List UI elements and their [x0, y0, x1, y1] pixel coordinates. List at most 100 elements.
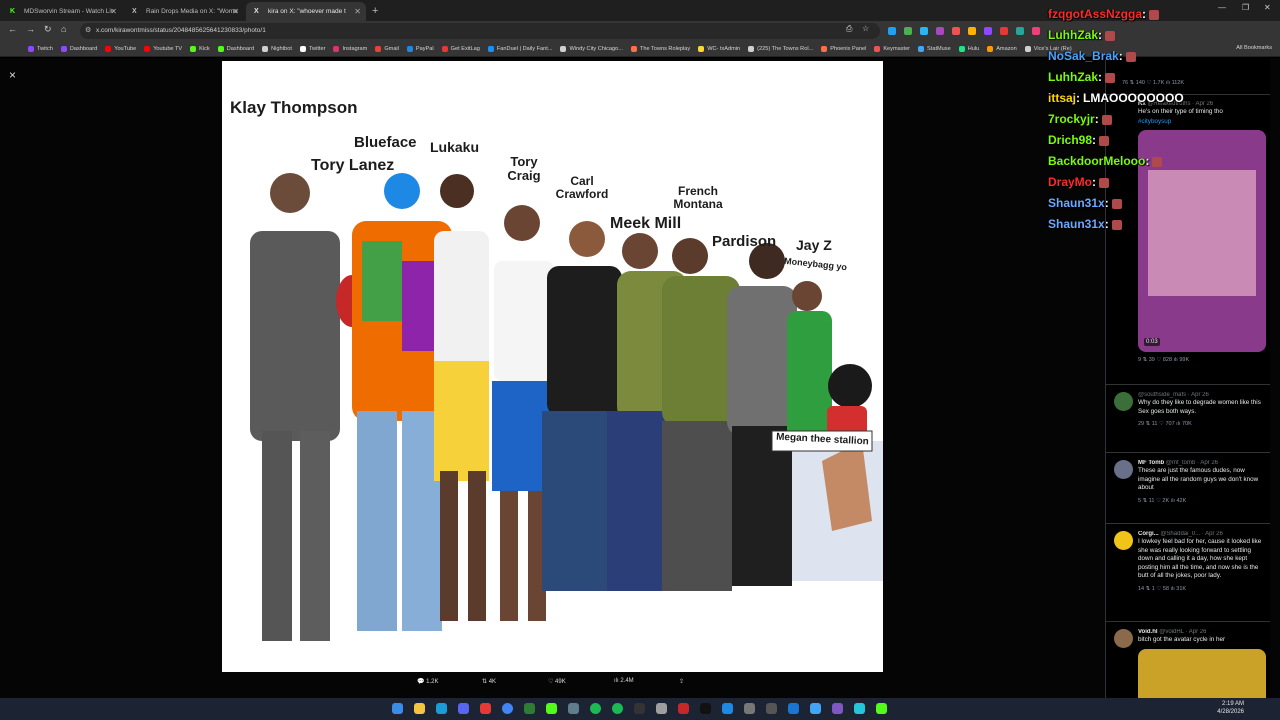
bookmark-item[interactable]: Keymaster — [874, 45, 910, 52]
reply-image[interactable] — [1138, 648, 1266, 698]
chat-username[interactable]: 7rockyjr — [1048, 109, 1095, 130]
back-icon[interactable]: ← — [8, 24, 17, 34]
chat-username[interactable]: DrayMo — [1048, 172, 1092, 193]
extension-icon[interactable] — [952, 27, 960, 35]
install-icon[interactable]: ⎙ — [846, 24, 852, 34]
app-icon[interactable] — [854, 703, 865, 714]
bookmark-star-icon[interactable]: ☆ — [862, 24, 869, 33]
bookmark-item[interactable]: PayPal — [406, 45, 434, 52]
bookmark-item[interactable]: Amazon — [987, 45, 1017, 52]
bookmark-item[interactable]: Gmail — [375, 45, 399, 52]
reply-handle[interactable]: @Shaddai_0... · Apr 26 — [1160, 531, 1222, 537]
reply-item[interactable]: @southside_mafs · Apr 26 Why do they lik… — [1114, 392, 1266, 427]
app-icon[interactable] — [656, 703, 667, 714]
reply-handle[interactable]: @mf_tomb · Apr 26 — [1166, 460, 1218, 466]
chat-username[interactable]: Drich98 — [1048, 130, 1092, 151]
avatar[interactable] — [1114, 460, 1133, 479]
system-clock[interactable]: 2:19 AM 4/28/2026 — [1217, 700, 1244, 716]
bookmark-item[interactable]: Hulu — [958, 45, 979, 52]
tab-close-icon[interactable]: ✕ — [232, 2, 239, 21]
extension-icon[interactable] — [968, 27, 976, 35]
reply-name[interactable]: MF Tomb — [1138, 460, 1164, 466]
app-icon[interactable] — [832, 703, 843, 714]
start-icon[interactable] — [392, 703, 403, 714]
close-window-icon[interactable]: ✕ — [1264, 3, 1271, 12]
reply-handle[interactable]: @southside_mafs · Apr 26 — [1138, 392, 1209, 398]
share-icon[interactable]: ⇪ — [679, 678, 684, 685]
discord-icon[interactable] — [458, 703, 469, 714]
chat-username[interactable]: BackdoorMelooo — [1048, 151, 1145, 172]
repost-button[interactable]: ⇅ 4K — [482, 678, 496, 685]
chrome-icon[interactable] — [502, 703, 513, 714]
chat-username[interactable]: LuhhZak — [1048, 67, 1098, 88]
chat-username[interactable]: LuhhZak — [1048, 25, 1098, 46]
reply-name[interactable]: Void.hl — [1138, 629, 1158, 635]
close-icon[interactable]: × — [9, 68, 16, 82]
bookmark-item[interactable]: Windy City Chicago... — [560, 45, 623, 52]
bookmark-item[interactable]: The Towns Roleplay — [630, 45, 690, 52]
app-icon[interactable] — [546, 703, 557, 714]
bookmark-item[interactable]: StatMuse — [918, 45, 951, 52]
chat-username[interactable]: fzqgotAssNzgga — [1048, 4, 1142, 25]
chat-username[interactable]: ittsaj — [1048, 88, 1076, 109]
bookmark-item[interactable]: Instagram — [333, 45, 367, 52]
bookmark-item[interactable]: Youtube TV — [144, 45, 182, 52]
bookmark-item[interactable]: YouTube — [105, 45, 136, 52]
extension-icon[interactable] — [1000, 27, 1008, 35]
extension-icon[interactable] — [920, 27, 928, 35]
spotify-icon[interactable] — [612, 703, 623, 714]
bookmark-item[interactable]: Twitter — [299, 45, 325, 52]
all-bookmarks-button[interactable]: All Bookmarks — [1236, 45, 1272, 51]
extension-icon[interactable] — [936, 27, 944, 35]
app-icon[interactable] — [568, 703, 579, 714]
file-explorer-icon[interactable] — [414, 703, 425, 714]
steam-icon[interactable] — [436, 703, 447, 714]
chat-username[interactable]: Shaun31x — [1048, 193, 1105, 214]
reply-button[interactable]: 💬 1.2K — [417, 678, 438, 685]
app-icon[interactable] — [766, 703, 777, 714]
tab-close-icon[interactable]: ✕ — [110, 2, 117, 21]
app-icon[interactable] — [788, 703, 799, 714]
home-icon[interactable]: ⌂ — [61, 24, 66, 34]
chat-username[interactable]: NoSak_Brak — [1048, 46, 1119, 67]
tab-kira[interactable]: X kira on X: "whoever made t ✕ — [246, 2, 366, 21]
tab-close-icon[interactable]: ✕ — [354, 2, 361, 21]
app-icon[interactable] — [722, 703, 733, 714]
avatar[interactable] — [1114, 531, 1133, 550]
reply-item[interactable]: Void.hl @voidHL · Apr 26 bitch got the a… — [1114, 629, 1266, 698]
maximize-icon[interactable]: ❐ — [1242, 3, 1249, 12]
extension-icon[interactable] — [888, 27, 896, 35]
reply-item[interactable]: MF Tomb @mf_tomb · Apr 26 These are just… — [1114, 460, 1266, 504]
bookmark-item[interactable]: Nightbot — [262, 45, 292, 52]
tab-rain-drops[interactable]: X Rain Drops Media on X: "Wome ✕ — [124, 2, 244, 21]
new-tab-button[interactable]: + — [372, 2, 378, 21]
bookmark-item[interactable]: Phoenix Panel — [821, 45, 866, 52]
bookmark-item[interactable]: Get ExitLag — [441, 45, 480, 52]
spotify-icon[interactable] — [590, 703, 601, 714]
bookmark-item[interactable]: Dashboard — [60, 45, 97, 52]
avatar[interactable] — [1114, 629, 1133, 648]
reply-handle[interactable]: @voidHL · Apr 26 — [1159, 629, 1206, 635]
app-icon[interactable] — [810, 703, 821, 714]
meme-image[interactable]: Klay Thompson Blueface Tory Lanez Lukaku… — [222, 61, 883, 672]
bookmark-item[interactable]: FanDuel | Daily Fant... — [487, 45, 552, 52]
extension-icon[interactable] — [1032, 27, 1040, 35]
app-icon[interactable] — [744, 703, 755, 714]
extension-icon[interactable] — [984, 27, 992, 35]
forward-icon[interactable]: → — [26, 24, 35, 34]
chat-username[interactable]: Shaun31x — [1048, 214, 1105, 235]
views-button[interactable]: ılı 2.4M — [614, 678, 634, 684]
x-app-icon[interactable] — [700, 703, 711, 714]
bookmark-item[interactable]: WC- txAdmin — [698, 45, 740, 52]
app-icon[interactable] — [524, 703, 535, 714]
reply-item[interactable]: Corgi... @Shaddai_0... · Apr 26 I lowkey… — [1114, 531, 1266, 592]
obs-icon[interactable] — [634, 703, 645, 714]
reload-icon[interactable]: ↻ — [44, 24, 52, 35]
tab-mdsworvin[interactable]: K MDSworvin Stream - Watch Liv ✕ — [2, 2, 122, 21]
bookmark-item[interactable]: (225) The Towns Rol... — [748, 45, 813, 52]
bookmark-item[interactable]: Twitch — [28, 45, 53, 52]
avatar[interactable] — [1114, 392, 1133, 411]
url-field[interactable]: ⚙ x.com/kirawontmiss/status/204848562564… — [80, 23, 880, 39]
bookmark-item[interactable]: Dashboard — [217, 45, 254, 52]
site-info-icon[interactable]: ⚙ — [85, 23, 91, 39]
